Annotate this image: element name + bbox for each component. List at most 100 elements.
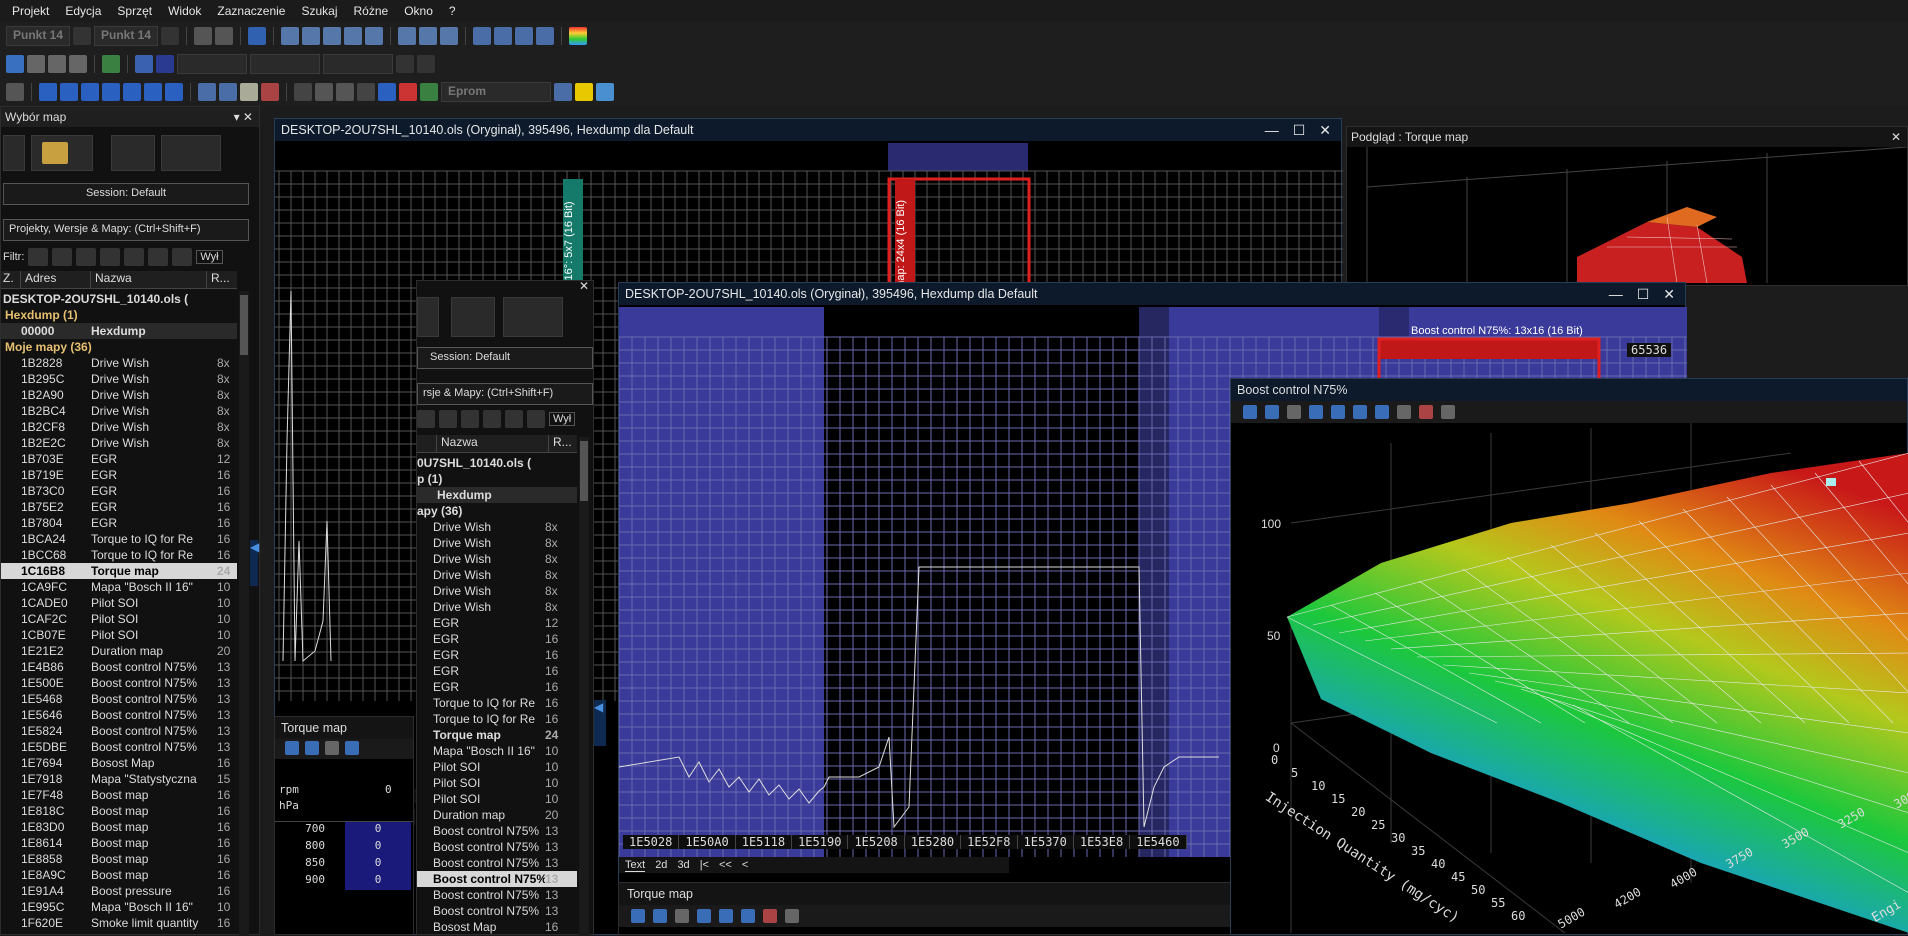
tool-icon[interactable] <box>697 909 711 923</box>
torque-row[interactable]: 850 0 <box>275 856 413 873</box>
scroll-thumb[interactable] <box>240 295 248 355</box>
tool-icon[interactable] <box>69 55 87 73</box>
map-list-row[interactable]: 1B703E EGR 12 <box>1 451 237 467</box>
map-list-row[interactable]: EGR 16 <box>417 647 577 663</box>
open-folder-button[interactable] <box>31 135 93 171</box>
map-list-row[interactable]: Boost control N75% 13 <box>417 903 577 919</box>
menu-item-0[interactable]: Projekt <box>4 4 57 18</box>
cell-value[interactable]: 0 <box>345 822 411 839</box>
project-tools-button[interactable] <box>503 297 563 337</box>
checksum-icon[interactable] <box>102 55 120 73</box>
spinner-icon[interactable] <box>73 27 92 45</box>
map-list-row[interactable]: EGR 16 <box>417 663 577 679</box>
col-z[interactable] <box>417 435 437 452</box>
map-list-row[interactable]: 1E8614 Boost map 16 <box>1 835 237 851</box>
float-icon[interactable] <box>344 27 363 45</box>
width-icon[interactable] <box>135 55 153 73</box>
arrow-icon[interactable] <box>357 83 375 101</box>
menu-item-7[interactable]: Okno <box>396 4 441 18</box>
torque-row[interactable]: 800 0 <box>275 839 413 856</box>
map-list-row[interactable]: 1CA9FC Mapa "Bosch II 16" 10 <box>1 579 237 595</box>
close-icon[interactable]: ✕ <box>1319 122 1331 139</box>
map-list-row[interactable]: Drive Wish 8x <box>417 583 577 599</box>
menu-item-1[interactable]: Edycja <box>57 4 109 18</box>
tool-icon[interactable] <box>315 83 333 101</box>
menu-item-4[interactable]: Zaznaczenie <box>209 4 293 18</box>
factor-icon[interactable] <box>515 27 534 45</box>
col-nazwa[interactable]: Nazwa <box>437 435 549 452</box>
moje-group[interactable]: Moje mapy (36) <box>1 339 237 355</box>
connect-icon[interactable] <box>6 55 24 73</box>
project-tools-button[interactable] <box>161 135 221 171</box>
bin-icon[interactable] <box>440 27 459 45</box>
grid-icon[interactable] <box>194 27 213 45</box>
eprom-field[interactable]: Eprom <box>441 82 551 102</box>
map-list-row[interactable]: 1E995C Mapa "Bosch II 16" 10 <box>1 899 237 915</box>
map-list-row[interactable]: 1E5824 Boost control N75% 13 <box>1 723 237 739</box>
forward-icon[interactable] <box>417 55 435 73</box>
punkt-left-field[interactable]: Punkt 14 <box>6 26 71 46</box>
map-list-row[interactable]: Bosost Map 16 <box>417 919 577 935</box>
cut-icon[interactable] <box>631 909 645 923</box>
map-list-row[interactable]: Boost control N75% 13 <box>417 839 577 855</box>
filter-icon[interactable] <box>124 248 145 266</box>
map-list-row[interactable]: Pilot SOI 10 <box>417 759 577 775</box>
filter-icon[interactable] <box>527 410 545 428</box>
map-list-row[interactable]: 1F620E Smoke limit quantity 16 <box>1 915 237 931</box>
import-button[interactable] <box>451 297 495 337</box>
color-palette-icon[interactable] <box>569 27 588 45</box>
map-list-row[interactable]: 1E8A9C Boost map 16 <box>1 867 237 883</box>
maximize-icon[interactable]: ☐ <box>1293 122 1306 139</box>
first-icon[interactable] <box>81 83 99 101</box>
map-list-row[interactable]: 1B7804 EGR 16 <box>1 515 237 531</box>
map-list-row[interactable]: Boost control N75% 13 <box>417 855 577 871</box>
map-list-row[interactable]: 1E818C Boost map 16 <box>1 803 237 819</box>
map-list-row[interactable]: Torque to IQ for Re 16 <box>417 711 577 727</box>
menu-item-8[interactable]: ? <box>441 4 464 18</box>
hex-icon[interactable] <box>419 27 438 45</box>
map-list-row[interactable]: 1E4B86 Boost control N75% 13 <box>1 659 237 675</box>
filter-icon[interactable] <box>439 410 457 428</box>
prev-icon[interactable] <box>102 83 120 101</box>
value-field[interactable] <box>250 54 320 74</box>
paste-icon[interactable] <box>325 741 339 755</box>
profile-icon[interactable] <box>6 83 24 101</box>
copy-icon[interactable] <box>305 741 319 755</box>
tool-icon[interactable] <box>27 55 45 73</box>
close-icon[interactable]: ✕ <box>1663 286 1675 303</box>
filter-icon[interactable] <box>461 410 479 428</box>
map-list-row[interactable]: EGR 16 <box>417 679 577 695</box>
16bit-icon[interactable] <box>302 27 321 45</box>
map-list-row[interactable]: Drive Wish 8x <box>417 551 577 567</box>
settings-icon[interactable] <box>554 83 572 101</box>
tool-icon[interactable] <box>336 83 354 101</box>
minimize-icon[interactable]: — <box>1609 286 1623 303</box>
8bit-icon[interactable] <box>281 27 300 45</box>
map-list-row[interactable]: Boost control N75% 13 <box>417 887 577 903</box>
hexdump-group[interactable]: p (1) <box>417 471 577 487</box>
map-list-row[interactable]: 1B2E2C Drive Wish 8x <box>1 435 237 451</box>
step-field[interactable] <box>323 54 393 74</box>
spinner-icon[interactable] <box>161 27 180 45</box>
col-r[interactable]: R... <box>549 435 577 452</box>
grid-icon[interactable] <box>215 27 234 45</box>
filter-icon[interactable] <box>52 248 73 266</box>
filter-icon[interactable] <box>148 248 169 266</box>
new-project-button[interactable] <box>3 135 25 171</box>
projects-dropdown[interactable]: rsje & Mapy: (Ctrl+Shift+F) <box>417 383 593 405</box>
tree-root[interactable]: 0U7SHL_10140.ols ( <box>417 455 577 471</box>
map-list-row[interactable]: Drive Wish 8x <box>417 535 577 551</box>
tool-icon[interactable] <box>345 741 359 755</box>
map-list-row[interactable]: 1E21E2 Duration map 20 <box>1 643 237 659</box>
list-scrollbar[interactable] <box>239 291 249 936</box>
nav-icon[interactable] <box>39 83 57 101</box>
cell-value[interactable]: 0 <box>345 839 411 856</box>
nav-icon[interactable] <box>60 83 78 101</box>
view-tab[interactable]: Text <box>625 859 646 872</box>
dropdown-button[interactable] <box>417 297 439 337</box>
map-list-row[interactable]: 1BCC68 Torque to IQ for Re 16 <box>1 547 237 563</box>
map-list-row[interactable]: 1E5468 Boost control N75% 13 <box>1 691 237 707</box>
projects-dropdown[interactable]: Projekty, Wersje & Mapy: (Ctrl+Shift+F) <box>3 219 249 241</box>
last-icon[interactable] <box>165 83 183 101</box>
list-icon[interactable] <box>198 83 216 101</box>
